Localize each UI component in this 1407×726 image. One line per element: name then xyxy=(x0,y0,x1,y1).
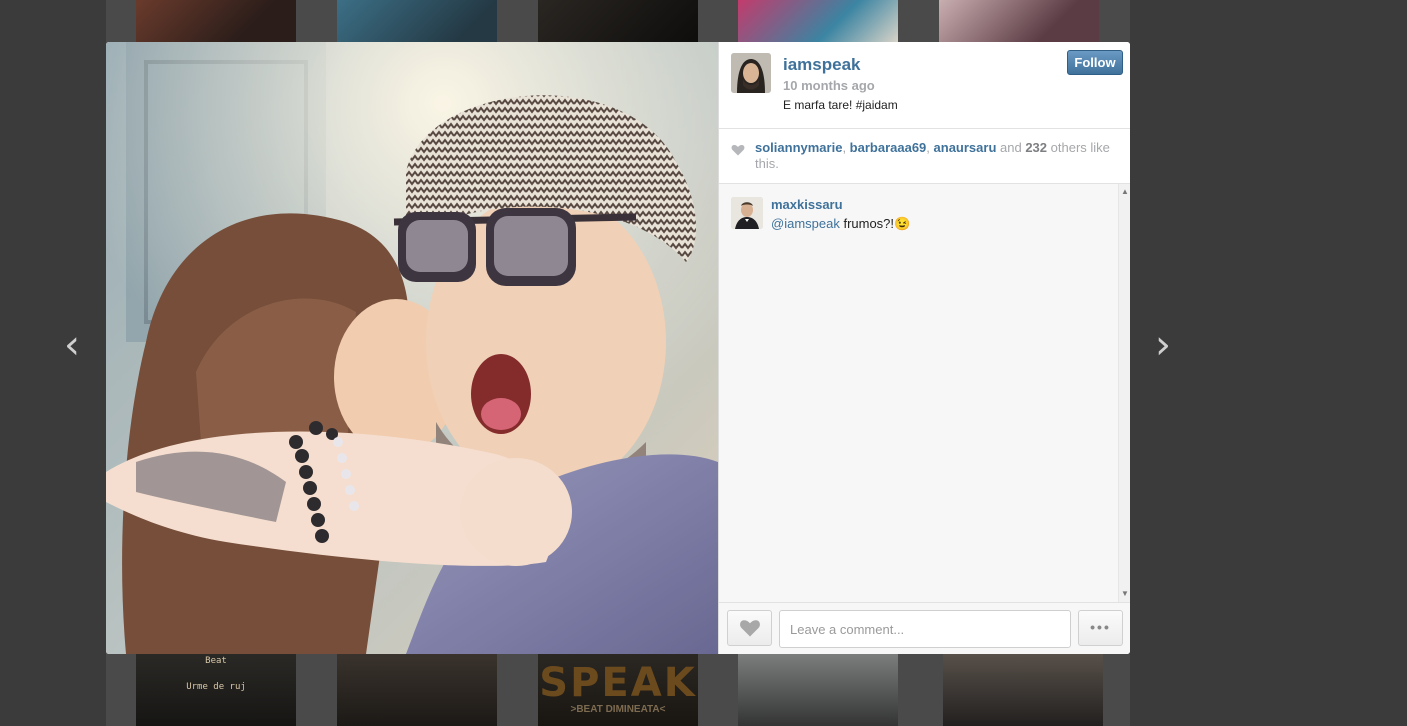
thumbnail-text: Beat xyxy=(205,656,227,666)
thumbnail-text: Urme de ruj xyxy=(186,682,246,692)
likes-and: and xyxy=(996,140,1026,155)
post-timestamp[interactable]: 10 months ago xyxy=(783,78,875,93)
grid-thumbnail[interactable]: SPEAK >BEAT DIMINEATA< xyxy=(538,654,698,726)
heart-icon xyxy=(731,144,745,156)
comment-message: frumos?!😉 xyxy=(839,216,911,231)
liker-link[interactable]: soliannymarie xyxy=(755,140,842,155)
scroll-down-icon[interactable]: ▼ xyxy=(1121,589,1129,599)
comment-input[interactable] xyxy=(779,610,1071,648)
post-header: iamspeak 10 months ago E marfa tare! #ja… xyxy=(719,42,1130,129)
previous-arrow-icon[interactable]: ‹ xyxy=(57,325,87,365)
likes-section: soliannymarie, barbaraaa69, anaursaru an… xyxy=(719,129,1130,184)
comments-list[interactable]: maxkissaru @iamspeak frumos?!😉 ▲ ▼ xyxy=(719,184,1130,603)
grid-thumbnail[interactable]: Beat Urme de ruj xyxy=(136,654,296,726)
photo-modal: iamspeak 10 months ago E marfa tare! #ja… xyxy=(106,42,1130,654)
grid-thumbnail[interactable] xyxy=(538,0,698,42)
commenter-avatar-image xyxy=(731,197,763,229)
post-username[interactable]: iamspeak xyxy=(783,55,861,75)
comment-text: @iamspeak frumos?!😉 xyxy=(771,216,910,232)
grid-thumbnail[interactable] xyxy=(136,0,296,42)
thumbnail-title: SPEAK xyxy=(539,660,697,706)
comment-username[interactable]: maxkissaru xyxy=(771,197,843,212)
likes-separator: , xyxy=(926,140,934,155)
follow-button[interactable]: Follow xyxy=(1067,50,1123,75)
post-actions: ••• xyxy=(719,603,1130,654)
liker-link[interactable]: barbaraaa69 xyxy=(850,140,927,155)
user-avatar-image xyxy=(731,53,771,93)
avatar[interactable] xyxy=(731,53,771,93)
liker-link[interactable]: anaursaru xyxy=(934,140,997,155)
like-button[interactable] xyxy=(727,610,772,646)
comments-scrollbar[interactable]: ▲ ▼ xyxy=(1118,184,1130,602)
likes-text: soliannymarie, barbaraaa69, anaursaru an… xyxy=(755,140,1115,172)
grid-thumbnail[interactable] xyxy=(738,654,898,726)
post-caption: E marfa tare! #jaidam xyxy=(783,98,898,112)
post-photo xyxy=(106,42,718,654)
post-sidebar: iamspeak 10 months ago E marfa tare! #ja… xyxy=(718,42,1130,654)
comment-mention[interactable]: @iamspeak xyxy=(771,216,840,231)
post-photo-image xyxy=(106,42,718,654)
grid-thumbnail[interactable] xyxy=(337,0,497,42)
thumbnail-subtitle: >BEAT DIMINEATA< xyxy=(570,704,666,715)
grid-thumbnail[interactable] xyxy=(738,0,898,42)
grid-thumbnail[interactable] xyxy=(939,0,1099,42)
grid-thumbnail[interactable] xyxy=(943,654,1103,726)
likes-count[interactable]: 232 xyxy=(1025,140,1047,155)
avatar[interactable] xyxy=(731,197,763,229)
next-arrow-icon[interactable]: › xyxy=(1148,325,1178,365)
more-options-button[interactable]: ••• xyxy=(1078,610,1123,646)
heart-icon xyxy=(740,620,760,637)
likes-separator: , xyxy=(842,140,850,155)
grid-thumbnail[interactable] xyxy=(337,654,497,726)
scroll-up-icon[interactable]: ▲ xyxy=(1121,187,1129,197)
